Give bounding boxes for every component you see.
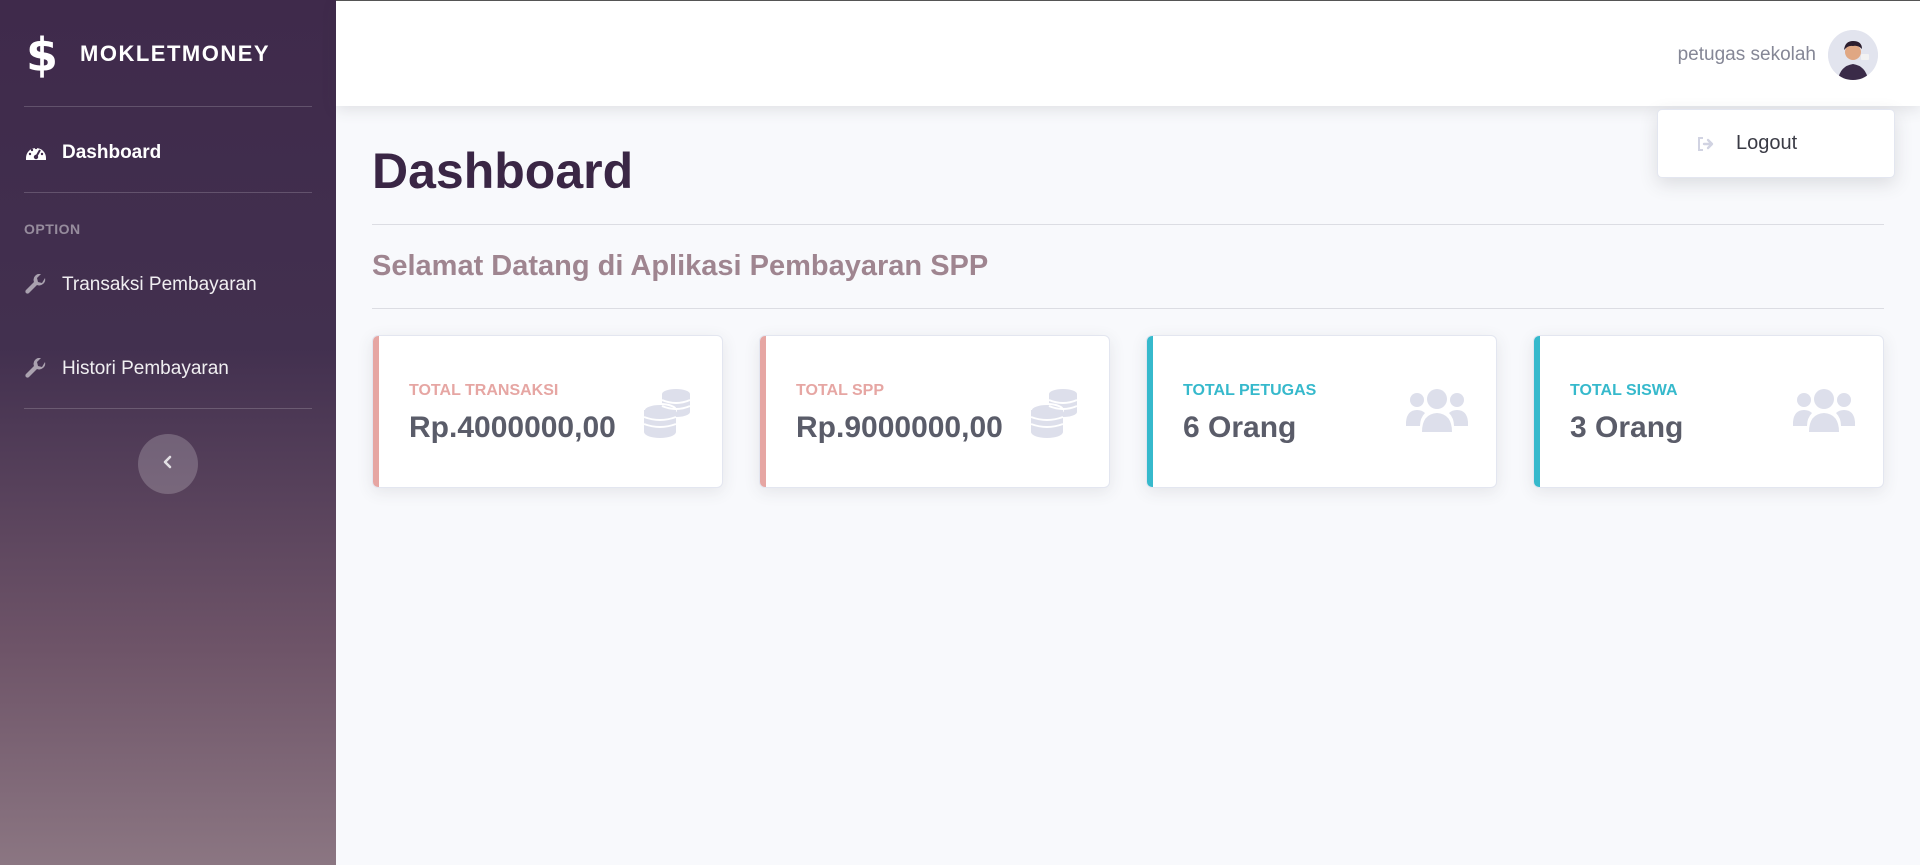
sidebar-heading: OPTION [24, 221, 81, 237]
card-label: TOTAL PETUGAS [1183, 382, 1317, 399]
sidebar-divider [24, 106, 312, 107]
welcome-heading: Selamat Datang di Aplikasi Pembayaran SP… [372, 250, 989, 282]
sign-out-icon [1696, 134, 1716, 154]
stat-card-total-spp: TOTAL SPP Rp.9000000,00 [759, 335, 1110, 488]
sidebar-item-transaksi-pembayaran[interactable]: Transaksi Pembayaran [24, 265, 312, 305]
wrench-icon [24, 273, 48, 297]
sidebar-item-histori-pembayaran[interactable]: Histori Pembayaran [24, 349, 312, 389]
sidebar-item-label: Transaksi Pembayaran [62, 274, 257, 295]
card-value: 6 Orang [1183, 411, 1297, 444]
brand-link[interactable]: $ MOKLETMONEY [24, 26, 314, 82]
avatar [1828, 30, 1878, 80]
title-divider [372, 224, 1884, 225]
chevron-left-icon [162, 455, 174, 474]
stat-card-total-siswa: TOTAL SISWA 3 Orang [1533, 335, 1884, 488]
card-accent-bar [1147, 336, 1153, 487]
svg-text:$: $ [27, 29, 57, 79]
stat-card-total-transaksi: TOTAL TRANSAKSI Rp.4000000,00 [372, 335, 723, 488]
sidebar-divider [24, 192, 312, 193]
tachometer-icon [24, 141, 48, 165]
card-label: TOTAL SPP [796, 382, 885, 399]
sidebar: $ MOKLETMONEY Dashboard OPTION Transaksi… [0, 0, 336, 865]
users-icon [1793, 388, 1855, 437]
sidebar-item-label: Dashboard [62, 142, 162, 163]
coins-icon [642, 386, 694, 443]
page-title: Dashboard [372, 143, 634, 199]
users-icon [1406, 388, 1468, 437]
card-accent-bar [1534, 336, 1540, 487]
coins-icon [1029, 386, 1081, 443]
topbar: petugas sekolah [336, 0, 1920, 106]
welcome-divider [372, 308, 1884, 309]
user-name: petugas sekolah [1677, 44, 1816, 65]
stat-card-total-petugas: TOTAL PETUGAS 6 Orang [1146, 335, 1497, 488]
card-value: 3 Orang [1570, 411, 1684, 444]
sidebar-divider [24, 408, 312, 409]
dollar-sign-icon: $ [24, 26, 60, 82]
user-menu[interactable]: petugas sekolah [1678, 29, 1878, 81]
card-label: TOTAL TRANSAKSI [409, 382, 559, 399]
card-accent-bar [373, 336, 379, 487]
card-label: TOTAL SISWA [1570, 382, 1678, 399]
sidebar-toggle-button[interactable] [138, 434, 198, 494]
sidebar-item-dashboard[interactable]: Dashboard [24, 133, 312, 173]
logout-label: Logout [1736, 132, 1798, 154]
card-value: Rp.4000000,00 [409, 411, 616, 444]
card-value: Rp.9000000,00 [796, 411, 1003, 444]
logout-menu-item[interactable]: Logout [1657, 109, 1895, 178]
sidebar-item-label: Histori Pembayaran [62, 358, 229, 379]
card-accent-bar [760, 336, 766, 487]
brand-name: MOKLETMONEY [80, 41, 271, 66]
wrench-icon [24, 357, 48, 381]
